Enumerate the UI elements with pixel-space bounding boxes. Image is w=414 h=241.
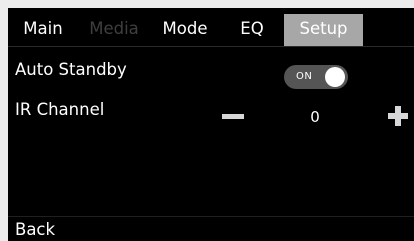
toggle-state-text: ON: [296, 71, 313, 82]
tab-mode[interactable]: Mode: [150, 14, 220, 46]
auto-standby-label: Auto Standby: [15, 60, 127, 79]
tab-setup[interactable]: Setup: [284, 14, 363, 46]
toggle-knob: [325, 67, 345, 87]
ir-channel-label: IR Channel: [15, 100, 105, 119]
ir-channel-value: 0: [310, 108, 320, 126]
tab-bar: Main Media Mode EQ Setup: [8, 14, 414, 46]
auto-standby-toggle[interactable]: ON: [284, 65, 348, 89]
tab-media: Media: [89, 19, 139, 38]
tab-eq[interactable]: EQ: [220, 14, 284, 46]
tab-main[interactable]: Main: [8, 14, 78, 46]
minus-icon[interactable]: [220, 103, 248, 131]
back-button[interactable]: Back: [8, 219, 60, 241]
plus-icon[interactable]: [386, 104, 412, 130]
device-screen: Main Media Mode EQ Setup Auto Standby ON…: [8, 8, 414, 241]
tab-divider: [8, 46, 414, 47]
footer-divider: [8, 216, 414, 217]
